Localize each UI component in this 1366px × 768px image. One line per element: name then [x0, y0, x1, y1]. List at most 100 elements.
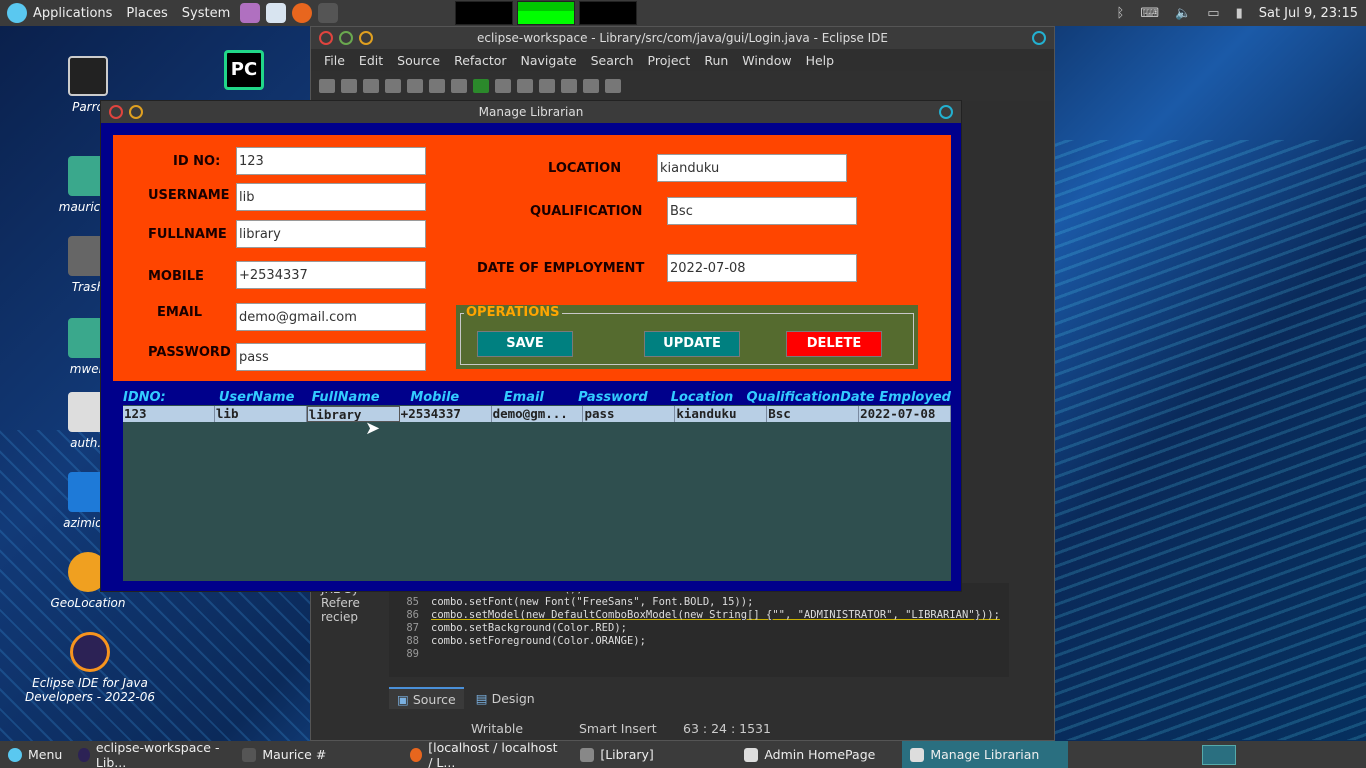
tab-source[interactable]: ▣ Source [389, 687, 464, 709]
qualification-field[interactable] [667, 197, 857, 225]
network-icon[interactable]: ▭ [1207, 6, 1219, 21]
applications-menu[interactable]: Applications [0, 0, 119, 26]
workspace-preview[interactable] [1202, 744, 1236, 765]
skip-breakpoints-icon[interactable] [429, 79, 445, 93]
task-eclipse[interactable]: eclipse-workspace - Lib... [70, 740, 234, 768]
battery-icon[interactable]: ▮ [1236, 6, 1243, 21]
column-header-fullname[interactable]: FullName [301, 391, 390, 405]
menu-refactor[interactable]: Refactor [447, 53, 513, 68]
start-menu-button[interactable]: Menu [0, 741, 70, 768]
refresh-icon[interactable] [561, 79, 577, 93]
mobile-field[interactable] [236, 261, 426, 289]
menu-run[interactable]: Run [697, 53, 735, 68]
column-header-idno[interactable]: IDNO: [123, 391, 212, 405]
code-editor[interactable]: 84combo = new JComboBox(); 85combo.setFo… [389, 583, 1009, 677]
column-header-mobile[interactable]: Mobile [390, 391, 479, 405]
new-icon[interactable] [319, 79, 335, 93]
location-field[interactable] [657, 154, 847, 182]
coverage-icon[interactable] [495, 79, 511, 93]
tab-design[interactable]: ▤ Design [468, 687, 543, 709]
date-of-employment-field[interactable] [667, 254, 857, 282]
external-tools-icon[interactable] [517, 79, 533, 93]
table-cell[interactable]: pass [583, 406, 676, 422]
id-field[interactable] [236, 147, 426, 175]
column-header-email[interactable]: Email [479, 391, 568, 405]
table-cell[interactable]: demo@gm... [492, 406, 584, 422]
close-icon[interactable] [109, 105, 123, 119]
eclipse-titlebar[interactable]: eclipse-workspace - Library/src/com/java… [311, 27, 1054, 49]
terminal-launcher-icon[interactable] [318, 3, 339, 23]
firefox-icon [410, 747, 423, 762]
system-menu[interactable]: System [175, 0, 237, 26]
volume-icon[interactable]: 🔈 [1175, 6, 1191, 21]
table-row[interactable]: 123 lib library +2534337 demo@gm... pass… [123, 406, 952, 422]
tree-item[interactable]: reciep [321, 610, 389, 624]
fullname-field[interactable] [236, 220, 426, 248]
librarian-table[interactable]: IDNO: UserName FullName Mobile Email Pas… [123, 391, 952, 581]
maximize-icon[interactable] [939, 105, 953, 119]
text-editor-launcher-icon[interactable] [240, 3, 261, 23]
places-menu[interactable]: Places [119, 0, 174, 26]
desktop-icon-pycharm[interactable]: PC [194, 50, 294, 94]
menu-navigate[interactable]: Navigate [514, 53, 584, 68]
table-cell[interactable]: kianduku [675, 406, 768, 422]
task-manage-librarian[interactable]: Manage Librarian [902, 741, 1069, 768]
table-cell-selected[interactable]: library [306, 406, 400, 422]
menu-project[interactable]: Project [641, 53, 698, 68]
task-terminal[interactable]: Maurice # [234, 741, 402, 768]
clock[interactable]: Sat Jul 9, 23:15 [1259, 6, 1358, 21]
password-field[interactable] [236, 343, 426, 371]
email-field[interactable] [236, 303, 426, 331]
table-cell[interactable]: lib [215, 406, 307, 422]
firefox-launcher-icon[interactable] [292, 3, 313, 23]
column-header-qualification[interactable]: Qualification [747, 391, 841, 405]
keyboard-icon[interactable]: ⌨ [1140, 6, 1159, 21]
java-icon [744, 747, 759, 762]
table-cell[interactable]: +2534337 [400, 406, 492, 422]
email-label: EMAIL [157, 305, 202, 320]
table-cell[interactable]: 2022-07-08 [859, 406, 952, 422]
save-button[interactable]: SAVE [477, 331, 573, 357]
bluetooth-icon[interactable]: ᛒ [1117, 6, 1125, 21]
menu-file[interactable]: File [317, 53, 352, 68]
column-header-username[interactable]: UserName [212, 391, 301, 405]
task-admin-homepage[interactable]: Admin HomePage [736, 741, 902, 768]
settings-launcher-icon[interactable] [266, 3, 287, 23]
menu-help[interactable]: Help [799, 53, 842, 68]
open-folder-icon[interactable] [583, 79, 599, 93]
terminal-icon [242, 747, 257, 762]
table-cell[interactable]: 123 [123, 406, 215, 422]
task-firefox[interactable]: [localhost / localhost / L... [402, 740, 572, 768]
table-cell[interactable]: Bsc [767, 406, 860, 422]
taskbar: Menu eclipse-workspace - Lib... Maurice … [0, 740, 1366, 768]
debug-icon[interactable] [451, 79, 467, 93]
column-header-password[interactable]: Password [568, 391, 657, 405]
restore-icon[interactable] [1032, 31, 1046, 45]
monitor-icon [68, 56, 108, 96]
column-header-location[interactable]: Location [657, 391, 746, 405]
delete-button[interactable]: DELETE [786, 331, 882, 357]
menu-source[interactable]: Source [390, 53, 447, 68]
minimize-icon[interactable] [129, 105, 143, 119]
maximize-icon[interactable] [339, 31, 353, 45]
terminal-icon[interactable] [407, 79, 423, 93]
minimize-icon[interactable] [359, 31, 373, 45]
desktop-icon-eclipse[interactable]: Eclipse IDE for Java Developers - 2022-0… [22, 632, 158, 704]
new-java-class-icon[interactable] [539, 79, 555, 93]
task-library-folder[interactable]: [Library] [572, 741, 736, 768]
operations-legend: OPERATIONS [464, 305, 562, 320]
update-button[interactable]: UPDATE [644, 331, 740, 357]
close-icon[interactable] [319, 31, 333, 45]
menu-edit[interactable]: Edit [352, 53, 390, 68]
save-icon[interactable] [363, 79, 379, 93]
run-icon[interactable] [473, 79, 489, 93]
username-field[interactable] [236, 183, 426, 211]
dialog-titlebar[interactable]: Manage Librarian [101, 101, 961, 123]
save-all-icon[interactable] [385, 79, 401, 93]
column-header-date-employed[interactable]: Date Employed [840, 391, 951, 405]
pen-icon[interactable] [605, 79, 621, 93]
open-icon[interactable] [341, 79, 357, 93]
tree-item[interactable]: Refere [321, 596, 389, 610]
menu-search[interactable]: Search [584, 53, 641, 68]
menu-window[interactable]: Window [735, 53, 798, 68]
